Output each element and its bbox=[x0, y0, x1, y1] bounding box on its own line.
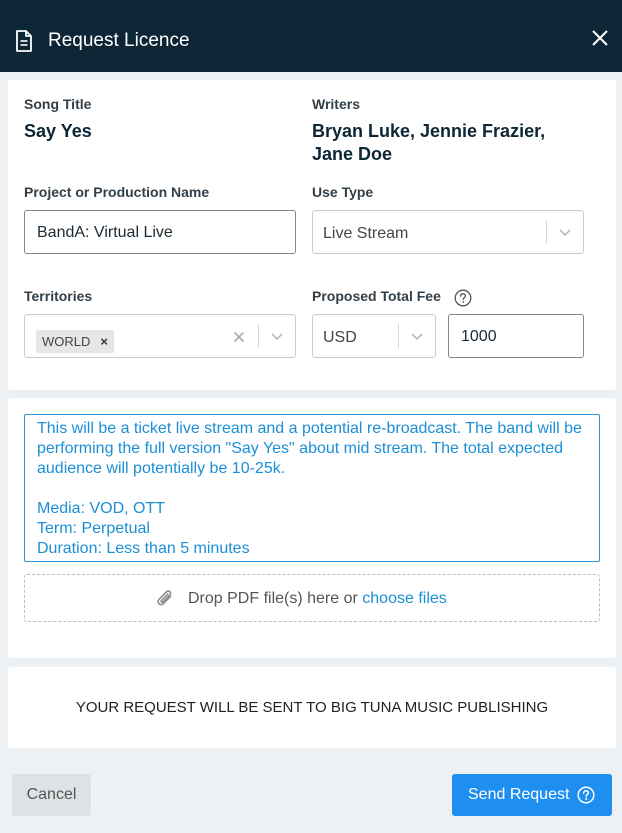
project-name-value: BandA: Virtual Live bbox=[37, 224, 173, 241]
select-separator bbox=[258, 324, 259, 348]
writers-label: Writers bbox=[312, 96, 360, 112]
close-icon[interactable] bbox=[590, 28, 610, 48]
select-separator bbox=[546, 220, 547, 244]
fee-label: Proposed Total Fee bbox=[312, 288, 441, 304]
notice-card: YOUR REQUEST WILL BE SENT TO BIG TUNA MU… bbox=[8, 667, 616, 748]
send-request-button[interactable]: Send Request bbox=[452, 774, 612, 816]
territory-tag: WORLD × bbox=[36, 330, 114, 353]
dropzone-text: Drop PDF file(s) here or choose files bbox=[188, 589, 447, 609]
paperclip-icon bbox=[157, 590, 172, 606]
choose-files-link[interactable]: choose files bbox=[362, 590, 447, 607]
notes-card: This will be a ticket live stream and a … bbox=[8, 398, 616, 658]
territories-label: Territories bbox=[24, 288, 93, 304]
help-icon[interactable] bbox=[454, 289, 472, 307]
project-name-input[interactable]: BandA: Virtual Live bbox=[24, 210, 296, 254]
help-icon[interactable] bbox=[577, 786, 595, 804]
currency-select[interactable]: USD bbox=[312, 314, 436, 358]
dropzone-prompt: Drop PDF file(s) here or bbox=[188, 590, 358, 607]
project-label: Project or Production Name bbox=[24, 184, 210, 200]
song-title-label: Song Title bbox=[24, 96, 92, 112]
use-type-value: Live Stream bbox=[323, 225, 409, 242]
currency-value: USD bbox=[323, 329, 357, 346]
writers-value: Bryan Luke, Jennie Frazier, Jane Doe bbox=[312, 121, 546, 164]
select-separator bbox=[398, 324, 399, 348]
clear-icon[interactable] bbox=[233, 331, 245, 343]
use-type-select[interactable]: Live Stream bbox=[312, 210, 584, 254]
file-dropzone[interactable]: Drop PDF file(s) here or choose files bbox=[24, 574, 600, 622]
tag-remove-icon[interactable]: × bbox=[100, 330, 108, 353]
publisher-notice: YOUR REQUEST WILL BE SENT TO BIG TUNA MU… bbox=[75, 699, 549, 716]
dialog-header: Request Licence bbox=[0, 0, 622, 72]
territories-select[interactable]: WORLD × bbox=[24, 314, 296, 358]
chevron-down-icon[interactable] bbox=[270, 332, 284, 342]
cancel-button[interactable]: Cancel bbox=[12, 774, 91, 816]
fee-amount-value: 1000 bbox=[461, 328, 497, 345]
song-title-value: Say Yes bbox=[24, 121, 92, 141]
details-card: Song Title Say Yes Writers Bryan Luke, J… bbox=[8, 80, 616, 390]
dialog-title: Request Licence bbox=[48, 30, 190, 51]
territory-tag-label: WORLD bbox=[42, 334, 91, 349]
fee-amount-input[interactable]: 1000 bbox=[448, 314, 584, 358]
send-request-label: Send Request bbox=[468, 786, 570, 803]
chevron-down-icon[interactable] bbox=[410, 332, 424, 342]
document-icon bbox=[16, 30, 32, 52]
chevron-down-icon[interactable] bbox=[558, 228, 572, 238]
request-notes-textarea[interactable]: This will be a ticket live stream and a … bbox=[24, 414, 600, 562]
use-type-label: Use Type bbox=[312, 184, 374, 200]
